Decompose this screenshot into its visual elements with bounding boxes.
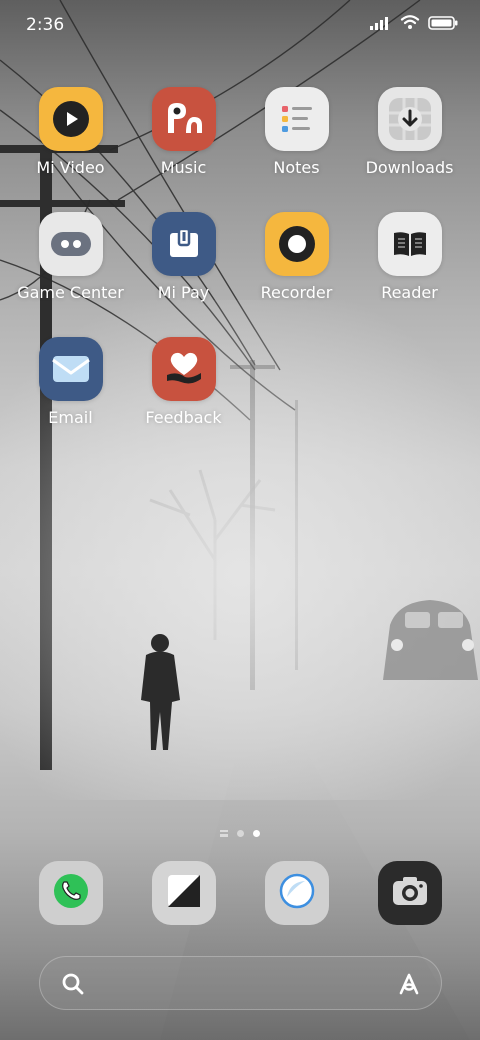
phone-icon [52, 872, 90, 914]
app-label: Mi Pay [157, 283, 210, 302]
search-bar[interactable] [39, 956, 442, 1010]
app-notes[interactable]: Notes [240, 87, 353, 197]
search-icon[interactable] [60, 971, 86, 1001]
dock-messages[interactable] [152, 861, 216, 925]
app-label: Reader [381, 283, 438, 302]
download-icon [377, 87, 442, 151]
app-feedback[interactable]: Feedback [127, 337, 240, 447]
app-email[interactable]: Email [14, 337, 127, 447]
assistant-icon[interactable] [395, 970, 423, 1002]
app-label: Downloads [365, 158, 454, 177]
dock-browser[interactable] [265, 861, 329, 925]
app-label: Game Center [17, 283, 124, 302]
record-icon [264, 212, 329, 276]
app-recorder[interactable]: Recorder [240, 212, 353, 322]
book-icon [377, 212, 442, 276]
envelope-icon [38, 337, 103, 401]
dock-phone[interactable] [39, 861, 103, 925]
app-music[interactable]: Music [127, 87, 240, 197]
app-game-center[interactable]: Game Center [14, 212, 127, 322]
signal-icon [370, 15, 392, 34]
app-label: Recorder [260, 283, 333, 302]
messages-icon [167, 874, 201, 912]
game-controller-icon [38, 212, 103, 276]
page-dot-active[interactable] [253, 830, 260, 837]
app-reader[interactable]: Reader [353, 212, 466, 322]
app-label: Feedback [145, 408, 222, 427]
camera-icon [391, 875, 429, 911]
app-downloads[interactable]: Downloads [353, 87, 466, 197]
page-dot[interactable] [237, 830, 244, 837]
app-label: Notes [273, 158, 320, 177]
heart-hand-icon [151, 337, 216, 401]
dock-camera[interactable] [378, 861, 442, 925]
app-label: Email [48, 408, 93, 427]
wallet-icon [151, 212, 216, 276]
app-label: Mi Video [36, 158, 105, 177]
app-mi-pay[interactable]: Mi Pay [127, 212, 240, 322]
page-indicator-list[interactable] [220, 830, 228, 837]
app-mi-video[interactable]: Mi Video [14, 87, 127, 197]
play-icon [38, 87, 103, 151]
page-indicator [0, 830, 480, 837]
notes-icon [264, 87, 329, 151]
battery-icon [428, 15, 458, 34]
wifi-icon [400, 14, 420, 34]
status-time: 2:36 [26, 15, 65, 35]
app-label: Music [160, 158, 207, 177]
music-icon [151, 87, 216, 151]
status-bar: 2:36 [0, 0, 480, 52]
browser-icon [278, 872, 316, 914]
